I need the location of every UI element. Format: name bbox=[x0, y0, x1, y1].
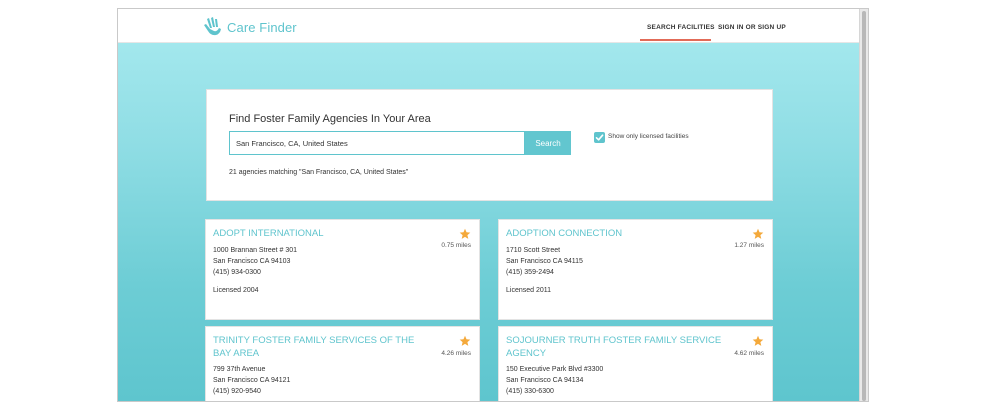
active-nav-indicator bbox=[640, 39, 711, 41]
result-summary: 21 agencies matching "San Francisco, CA,… bbox=[229, 169, 409, 176]
vertical-scrollbar[interactable] bbox=[859, 9, 868, 401]
agency-name[interactable]: TRINITY FOSTER FAMILY SERVICES OF THE BA… bbox=[213, 335, 433, 360]
brand-name: Care Finder bbox=[227, 19, 297, 35]
agency-name[interactable]: SOJOURNER TRUTH FOSTER FAMILY SERVICE AG… bbox=[506, 335, 726, 360]
agency-address: 799 37th Avenue San Francisco CA 94121 (… bbox=[213, 364, 290, 397]
agency-address: 1000 Brannan Street # 301 San Francisco … bbox=[213, 245, 297, 278]
nav-search-facilities[interactable]: SEARCH FACILITIES bbox=[647, 24, 715, 31]
browser-viewport: Care Finder SEARCH FACILITIES SIGN IN OR… bbox=[117, 8, 869, 402]
agency-street: 150 Executive Park Blvd #3300 bbox=[506, 366, 604, 373]
agency-card[interactable]: ADOPT INTERNATIONAL 0.75 miles 1000 Bran… bbox=[205, 219, 480, 320]
location-search-input[interactable] bbox=[229, 131, 525, 155]
brand-logo[interactable]: Care Finder bbox=[204, 17, 297, 37]
agency-phone: (415) 920-9540 bbox=[213, 388, 261, 395]
search-panel: Find Foster Family Agencies In Your Area… bbox=[206, 89, 773, 201]
scrollbar-thumb[interactable] bbox=[862, 11, 866, 401]
agency-distance: 4.26 miles bbox=[441, 350, 471, 357]
hand-logo-icon bbox=[204, 17, 221, 36]
agency-card[interactable]: TRINITY FOSTER FAMILY SERVICES OF THE BA… bbox=[205, 326, 480, 401]
search-title: Find Foster Family Agencies In Your Area bbox=[229, 113, 431, 125]
agency-city: San Francisco CA 94134 bbox=[506, 377, 584, 384]
licensed-only-label: Show only licensed facilities bbox=[608, 133, 689, 140]
agency-phone: (415) 330-6300 bbox=[506, 388, 554, 395]
agency-licensed: Licensed 2011 bbox=[506, 287, 552, 294]
agency-name[interactable]: ADOPTION CONNECTION bbox=[506, 228, 726, 241]
agency-street: 1000 Brannan Street # 301 bbox=[213, 247, 298, 254]
agency-phone: (415) 934-0300 bbox=[213, 269, 261, 276]
star-icon[interactable] bbox=[459, 228, 471, 240]
licensed-only-checkbox[interactable] bbox=[594, 132, 605, 143]
agency-address: 150 Executive Park Blvd #3300 San Franci… bbox=[506, 364, 603, 397]
agency-city: San Francisco CA 94115 bbox=[506, 258, 583, 265]
agency-card[interactable]: ADOPTION CONNECTION 1.27 miles 1710 Scot… bbox=[498, 219, 773, 320]
agency-card[interactable]: SOJOURNER TRUTH FOSTER FAMILY SERVICE AG… bbox=[498, 326, 773, 401]
agency-licensed: Licensed 2004 bbox=[213, 287, 259, 294]
star-icon[interactable] bbox=[459, 335, 471, 347]
top-navigation-bar: Care Finder SEARCH FACILITIES SIGN IN OR… bbox=[118, 9, 860, 43]
search-button[interactable]: Search bbox=[525, 131, 571, 155]
nav-sign-in[interactable]: SIGN IN OR SIGN UP bbox=[718, 24, 786, 31]
agency-city: San Francisco CA 94103 bbox=[213, 258, 291, 265]
agency-phone: (415) 359-2494 bbox=[506, 269, 554, 276]
agency-distance: 0.75 miles bbox=[441, 242, 471, 249]
agency-address: 1710 Scott Street San Francisco CA 94115… bbox=[506, 245, 583, 278]
agency-distance: 4.62 miles bbox=[734, 350, 764, 357]
agency-street: 799 37th Avenue bbox=[213, 366, 266, 373]
agency-street: 1710 Scott Street bbox=[506, 247, 561, 254]
agency-name[interactable]: ADOPT INTERNATIONAL bbox=[213, 228, 433, 241]
agency-city: San Francisco CA 94121 bbox=[213, 377, 291, 384]
agency-distance: 1.27 miles bbox=[734, 242, 764, 249]
star-icon[interactable] bbox=[752, 228, 764, 240]
star-icon[interactable] bbox=[752, 335, 764, 347]
checkmark-icon bbox=[595, 134, 604, 141]
